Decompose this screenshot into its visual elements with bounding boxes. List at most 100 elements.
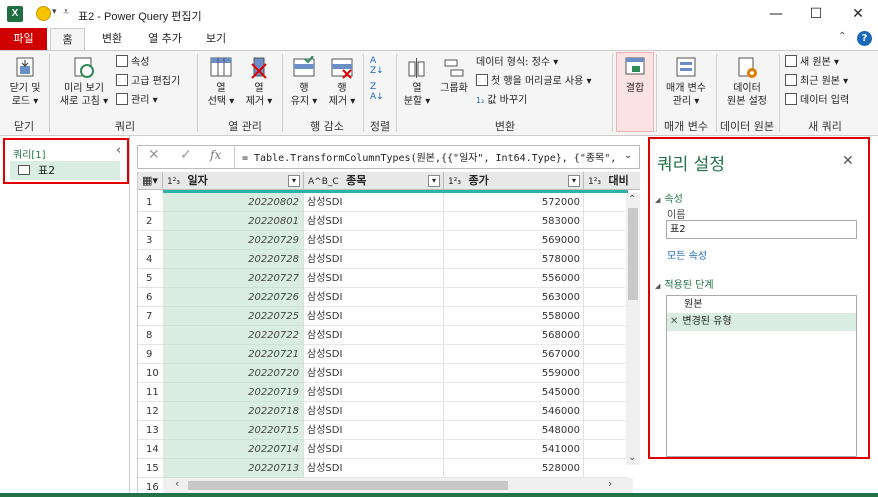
tab-home[interactable]: 홈 bbox=[50, 28, 85, 50]
cell-item[interactable]: 삼성SDI bbox=[304, 383, 444, 402]
scroll-down-icon[interactable]: ⌄ bbox=[628, 452, 636, 463]
cell-close[interactable]: 548000 bbox=[444, 421, 584, 440]
cell-date[interactable]: 20220718 bbox=[163, 402, 304, 421]
cell-close[interactable]: 567000 bbox=[444, 345, 584, 364]
cell-date[interactable]: 20220726 bbox=[163, 288, 304, 307]
table-row[interactable]: 1 20220802 삼성SDI 572000 bbox=[138, 193, 638, 212]
cell-change[interactable] bbox=[584, 421, 628, 440]
cell-date[interactable]: 20220720 bbox=[163, 364, 304, 383]
cell-change[interactable] bbox=[584, 326, 628, 345]
maximize-button[interactable]: ☐ bbox=[806, 4, 826, 24]
cell-date[interactable]: 20220801 bbox=[163, 212, 304, 231]
column-header-date[interactable]: 1²₃ 일자 ▾ bbox=[163, 172, 304, 190]
cell-item[interactable]: 삼성SDI bbox=[304, 364, 444, 383]
tab-view[interactable]: 보기 bbox=[196, 28, 236, 50]
cell-close[interactable]: 569000 bbox=[444, 231, 584, 250]
cell-date[interactable]: 20220713 bbox=[163, 459, 304, 478]
scroll-right-icon[interactable]: › bbox=[608, 477, 612, 490]
help-icon[interactable]: ? bbox=[857, 31, 872, 46]
refresh-preview-button[interactable]: 미리 보기 새로 고침 ▾ bbox=[56, 56, 112, 108]
choose-columns-button[interactable]: 열 선택 ▾ bbox=[203, 56, 239, 108]
sort-descending-icon[interactable]: Z A↓ bbox=[370, 82, 384, 102]
delete-step-icon[interactable]: ✕ bbox=[670, 316, 678, 327]
vertical-scrollbar-thumb[interactable] bbox=[628, 208, 638, 300]
table-row[interactable]: 13 20220715 삼성SDI 548000 bbox=[138, 421, 638, 440]
table-row[interactable]: 8 20220722 삼성SDI 568000 bbox=[138, 326, 638, 345]
cell-item[interactable]: 삼성SDI bbox=[304, 250, 444, 269]
column-header-item[interactable]: A^B_C 종목 ▾ bbox=[304, 172, 444, 190]
cell-item[interactable]: 삼성SDI bbox=[304, 307, 444, 326]
tab-add-column[interactable]: 열 추가 bbox=[140, 28, 190, 50]
column-header-change[interactable]: 1²₃ 대비 bbox=[584, 172, 640, 190]
new-source-button[interactable]: 새 원본 ▾ bbox=[785, 55, 839, 71]
filter-dropdown-icon[interactable]: ▾ bbox=[568, 175, 580, 187]
cell-item[interactable]: 삼성SDI bbox=[304, 326, 444, 345]
step-changed-type[interactable]: ✕ 변경된 유형 bbox=[667, 313, 856, 331]
cell-date[interactable]: 20220722 bbox=[163, 326, 304, 345]
table-row[interactable]: 15 20220713 삼성SDI 528000 bbox=[138, 459, 638, 478]
cell-date[interactable]: 20220728 bbox=[163, 250, 304, 269]
cell-item[interactable]: 삼성SDI bbox=[304, 345, 444, 364]
quick-access-customize-icon[interactable]: ⩡ bbox=[63, 5, 69, 19]
cell-date[interactable]: 20220721 bbox=[163, 345, 304, 364]
table-row[interactable]: 14 20220714 삼성SDI 541000 bbox=[138, 440, 638, 459]
column-header-close[interactable]: 1²₃ 종가 ▾ bbox=[444, 172, 584, 190]
step-source[interactable]: 원본 bbox=[667, 296, 856, 313]
manage-parameters-button[interactable]: 매개 변수 관리 ▾ bbox=[660, 56, 712, 108]
cell-change[interactable] bbox=[584, 193, 628, 212]
table-row[interactable]: 12 20220718 삼성SDI 546000 bbox=[138, 402, 638, 421]
cell-change[interactable] bbox=[584, 288, 628, 307]
quick-access-dropdown-icon[interactable]: ▾ bbox=[52, 7, 57, 17]
query-name-input[interactable]: 표2 bbox=[666, 220, 857, 239]
tab-transform[interactable]: 변환 bbox=[92, 28, 132, 50]
advanced-editor-button[interactable]: 고급 편집기 bbox=[116, 74, 180, 90]
cell-date[interactable]: 20220802 bbox=[163, 193, 304, 212]
cell-close[interactable]: 528000 bbox=[444, 459, 584, 478]
applied-steps-header[interactable]: ◢ 적용된 단계 bbox=[655, 276, 714, 291]
cell-close[interactable]: 545000 bbox=[444, 383, 584, 402]
cell-change[interactable] bbox=[584, 231, 628, 250]
filter-dropdown-icon[interactable]: ▾ bbox=[288, 175, 300, 187]
cell-item[interactable]: 삼성SDI bbox=[304, 440, 444, 459]
commit-formula-icon[interactable]: ✓ bbox=[180, 147, 192, 163]
properties-button[interactable]: 속성 bbox=[116, 55, 149, 71]
table-row[interactable]: 10 20220720 삼성SDI 559000 bbox=[138, 364, 638, 383]
recent-sources-button[interactable]: 최근 원본 ▾ bbox=[785, 74, 848, 90]
expand-formula-icon[interactable]: ⌄ bbox=[624, 150, 632, 161]
use-first-row-headers-button[interactable]: 첫 행을 머리글로 사용 ▾ bbox=[476, 74, 592, 90]
cell-close[interactable]: 583000 bbox=[444, 212, 584, 231]
all-properties-link[interactable]: 모든 속성 bbox=[667, 247, 707, 262]
collapse-queries-icon[interactable]: ‹ bbox=[116, 143, 121, 158]
filter-dropdown-icon[interactable]: ▾ bbox=[428, 175, 440, 187]
scroll-left-icon[interactable]: ‹ bbox=[175, 477, 179, 490]
table-row[interactable]: 6 20220726 삼성SDI 563000 bbox=[138, 288, 638, 307]
data-source-settings-button[interactable]: 데이터 원본 설정 bbox=[720, 56, 774, 108]
table-row[interactable]: 2 20220801 삼성SDI 583000 bbox=[138, 212, 638, 231]
text-type-icon[interactable]: A^B_C bbox=[308, 177, 339, 187]
cell-item[interactable]: 삼성SDI bbox=[304, 459, 444, 478]
table-row[interactable]: 3 20220729 삼성SDI 569000 bbox=[138, 231, 638, 250]
collapse-ribbon-icon[interactable]: ⌃ bbox=[838, 31, 846, 42]
cell-item[interactable]: 삼성SDI bbox=[304, 231, 444, 250]
table-row[interactable]: 11 20220719 삼성SDI 545000 bbox=[138, 383, 638, 402]
table-row[interactable]: 5 20220727 삼성SDI 556000 bbox=[138, 269, 638, 288]
cell-date[interactable]: 20220714 bbox=[163, 440, 304, 459]
close-and-load-button[interactable]: 닫기 및 로드 ▾ bbox=[4, 56, 46, 108]
scroll-up-icon[interactable]: ⌃ bbox=[628, 194, 636, 205]
cell-change[interactable] bbox=[584, 402, 628, 421]
enter-data-button[interactable]: 데이터 입력 bbox=[785, 93, 849, 109]
smiley-feedback-icon[interactable] bbox=[36, 6, 51, 21]
cell-item[interactable]: 삼성SDI bbox=[304, 421, 444, 440]
cell-date[interactable]: 20220727 bbox=[163, 269, 304, 288]
table-row[interactable]: 7 20220725 삼성SDI 558000 bbox=[138, 307, 638, 326]
minimize-button[interactable]: — bbox=[766, 4, 786, 24]
group-by-button[interactable]: 그룹화 bbox=[436, 56, 472, 95]
remove-columns-button[interactable]: 열 제거 ▾ bbox=[241, 56, 277, 108]
integer-type-icon[interactable]: 1²₃ bbox=[167, 177, 180, 187]
cell-change[interactable] bbox=[584, 459, 628, 478]
replace-values-button[interactable]: 1₂ 값 바꾸기 bbox=[476, 93, 527, 109]
cell-item[interactable]: 삼성SDI bbox=[304, 212, 444, 231]
formula-input[interactable]: = Table.TransformColumnTypes(원본,{{"일자", … bbox=[242, 149, 620, 164]
cell-close[interactable]: 578000 bbox=[444, 250, 584, 269]
query-item[interactable]: 표2 bbox=[10, 161, 120, 180]
